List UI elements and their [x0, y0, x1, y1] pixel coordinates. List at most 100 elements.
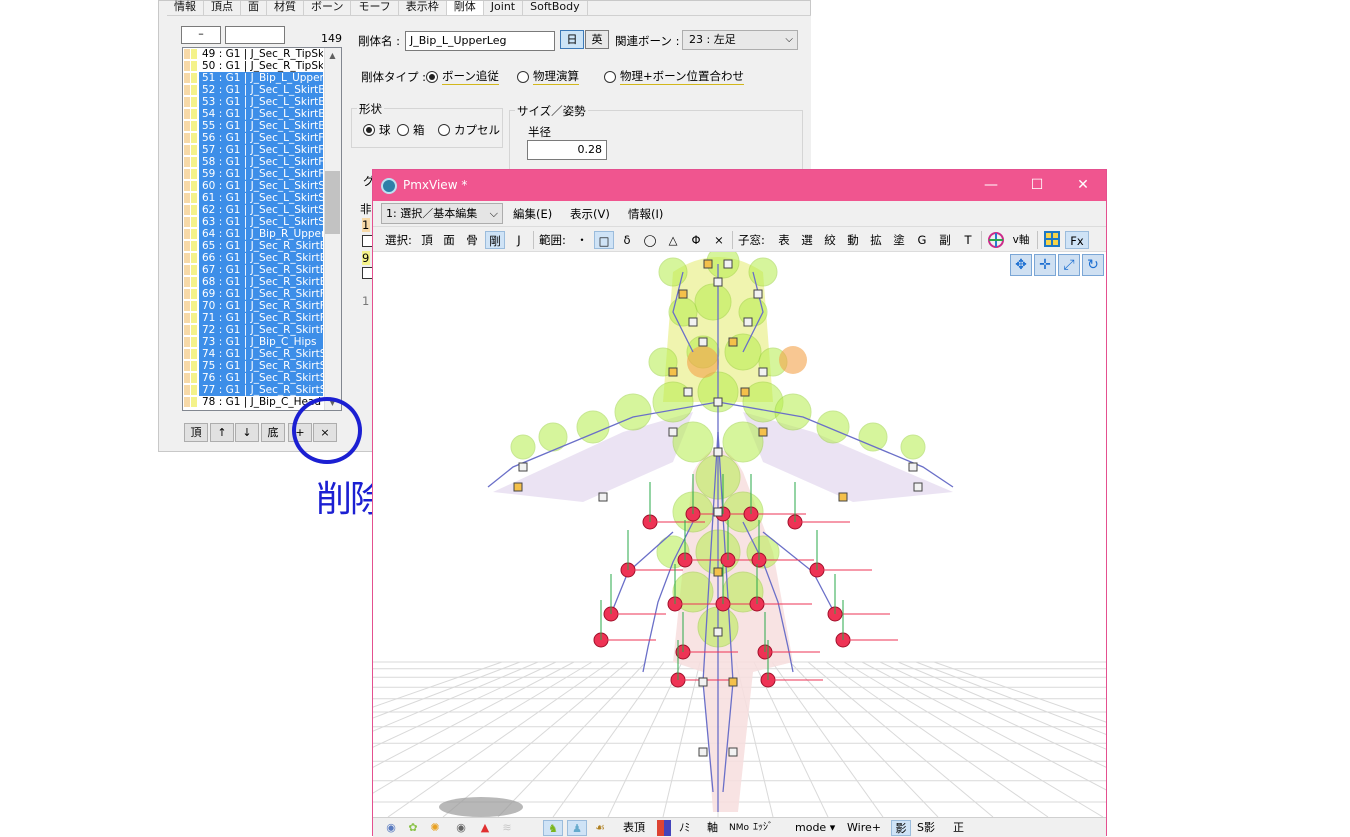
pan-icon[interactable]: ✥: [1010, 254, 1032, 276]
list-filter-left[interactable]: –: [181, 26, 221, 44]
list-item[interactable]: 51 : G1 | J_Bip_L_Upper: [183, 72, 341, 84]
v-axis-button[interactable]: v軸: [1009, 231, 1033, 249]
list-item[interactable]: 55 : G1 | J_Sec_L_SkirtB: [183, 120, 341, 132]
range-phi-button[interactable]: Φ: [687, 231, 705, 249]
scroll-up-icon[interactable]: ▲: [326, 49, 339, 62]
select-rigid-button[interactable]: 剛: [485, 231, 505, 249]
window-sub-button[interactable]: 副: [936, 231, 954, 249]
list-item[interactable]: 52 : G1 | J_Sec_L_SkirtB: [183, 84, 341, 96]
status-shadow-toggle[interactable]: 影: [891, 820, 911, 836]
window-scale-button[interactable]: 拡: [867, 231, 885, 249]
list-item[interactable]: 63 : G1 | J_Sec_L_SkirtS: [183, 216, 341, 228]
list-item[interactable]: 62 : G1 | J_Sec_L_SkirtS: [183, 204, 341, 216]
status-body-icon[interactable]: ♞: [543, 820, 563, 836]
status-leaf-icon[interactable]: ✿: [405, 820, 421, 836]
tab-item[interactable]: モーフ: [351, 1, 399, 15]
status-color-icon[interactable]: [657, 820, 671, 836]
list-item[interactable]: 60 : G1 | J_Sec_L_SkirtS: [183, 180, 341, 192]
tab-item[interactable]: Joint: [484, 1, 524, 15]
tab-item[interactable]: 表示枠: [399, 1, 447, 15]
status-wave-icon[interactable]: ≋: [499, 820, 515, 836]
window-paint-button[interactable]: 塗: [890, 231, 908, 249]
list-item[interactable]: 65 : G1 | J_Sec_R_SkirtB: [183, 240, 341, 252]
tab-item[interactable]: 頂点: [204, 1, 241, 15]
select-joint-button[interactable]: J: [510, 231, 528, 249]
radius-input[interactable]: 0.28: [527, 140, 607, 160]
range-rect-button[interactable]: □: [594, 231, 614, 249]
grid-view-icon[interactable]: [1043, 231, 1061, 249]
list-item[interactable]: 69 : G1 | J_Sec_R_SkirtF: [183, 288, 341, 300]
select-bone-button[interactable]: 骨: [463, 231, 481, 249]
list-item[interactable]: 66 : G1 | J_Sec_R_SkirtB: [183, 252, 341, 264]
axis-gizmo-icon[interactable]: [987, 231, 1005, 249]
list-item[interactable]: 56 : G1 | J_Sec_L_SkirtF: [183, 132, 341, 144]
list-item[interactable]: 50 : G1 | J_Sec_R_TipSk: [183, 60, 341, 72]
zoom-icon[interactable]: ⤢: [1058, 254, 1080, 276]
move-up-button[interactable]: ↑: [210, 423, 234, 442]
shape-radio-sphere[interactable]: 球: [363, 122, 391, 138]
status-nmo-toggle[interactable]: NMo: [729, 820, 749, 836]
list-item[interactable]: 58 : G1 | J_Sec_L_SkirtF: [183, 156, 341, 168]
move-icon[interactable]: ✛: [1034, 254, 1056, 276]
tab-item[interactable]: SoftBody: [523, 1, 588, 15]
list-item[interactable]: 53 : G1 | J_Sec_L_SkirtB: [183, 96, 341, 108]
status-only-toggle[interactable]: ﾉﾐ: [679, 820, 690, 836]
menu-edit[interactable]: 編集(E): [513, 206, 552, 222]
tab-item[interactable]: 面: [241, 1, 267, 15]
rotate-icon[interactable]: ↻: [1082, 254, 1104, 276]
lang-jp-toggle[interactable]: 日: [560, 30, 584, 49]
status-mode-select[interactable]: mode ▾: [795, 820, 835, 836]
window-table-button[interactable]: 表: [775, 231, 793, 249]
list-item[interactable]: 70 : G1 | J_Sec_R_SkirtF: [183, 300, 341, 312]
status-hand-icon[interactable]: ☙: [591, 820, 609, 836]
list-item[interactable]: 59 : G1 | J_Sec_L_SkirtF: [183, 168, 341, 180]
menu-info[interactable]: 情報(I): [628, 206, 663, 222]
status-axis-toggle[interactable]: 軸: [707, 820, 718, 836]
list-item[interactable]: 64 : G1 | J_Bip_R_Upper: [183, 228, 341, 240]
window-move-button[interactable]: 動: [844, 231, 862, 249]
range-circle-button[interactable]: ◯: [641, 231, 659, 249]
list-item[interactable]: 61 : G1 | J_Sec_L_SkirtS: [183, 192, 341, 204]
tab-item[interactable]: 剛体: [446, 1, 484, 15]
move-top-button[interactable]: 頂: [184, 423, 208, 442]
pmxview-titlebar[interactable]: PmxView * — ☐ ✕: [373, 170, 1106, 201]
tab-item[interactable]: ボーン: [304, 1, 352, 15]
list-item[interactable]: 74 : G1 | J_Sec_R_SkirtS: [183, 348, 341, 360]
status-sshadow-toggle[interactable]: S影: [917, 820, 935, 836]
list-item[interactable]: 75 : G1 | J_Sec_R_SkirtS: [183, 360, 341, 372]
maximize-icon[interactable]: ☐: [1014, 170, 1060, 201]
status-front-toggle[interactable]: 正: [953, 820, 964, 836]
fx-button[interactable]: Fx: [1065, 231, 1089, 249]
menu-view[interactable]: 表示(V): [570, 206, 610, 222]
move-bottom-button[interactable]: 底: [261, 423, 285, 442]
range-point-button[interactable]: ・: [573, 231, 591, 249]
type-radio-physics[interactable]: 物理演算: [517, 68, 579, 85]
list-filter-right[interactable]: [225, 26, 285, 44]
bone-select[interactable]: 23 : 左足 ⌵: [682, 30, 798, 50]
type-radio-physics-bone[interactable]: 物理+ボーン位置合わせ: [604, 68, 745, 85]
status-triangle-icon[interactable]: ▲: [477, 820, 493, 836]
list-scrollbar[interactable]: ▲ ▼: [324, 48, 341, 410]
list-item[interactable]: 73 : G1 | J_Bip_C_Hips: [183, 336, 341, 348]
close-icon[interactable]: ✕: [1060, 170, 1106, 201]
lang-en-toggle[interactable]: 英: [585, 30, 609, 49]
list-item[interactable]: 49 : G1 | J_Sec_R_TipSk: [183, 48, 341, 60]
list-item[interactable]: 68 : G1 | J_Sec_R_SkirtB: [183, 276, 341, 288]
shape-radio-capsule[interactable]: カプセル: [438, 122, 500, 138]
list-item[interactable]: 72 : G1 | J_Sec_R_SkirtF: [183, 324, 341, 336]
list-item[interactable]: 71 : G1 | J_Sec_R_SkirtF: [183, 312, 341, 324]
status-radio-icon[interactable]: ◉: [383, 820, 399, 836]
status-dot-icon[interactable]: ◉: [453, 820, 469, 836]
status-figure-icon[interactable]: ♟: [567, 820, 587, 836]
window-g-button[interactable]: G: [913, 231, 931, 249]
3d-viewport[interactable]: ✥ ✛ ⤢ ↻: [373, 252, 1106, 817]
tab-item[interactable]: 材質: [267, 1, 304, 15]
rigid-body-list[interactable]: 49 : G1 | J_Sec_R_TipSk 50 : G1 | J_Sec_R…: [182, 47, 342, 411]
select-face-button[interactable]: 面: [440, 231, 458, 249]
name-input[interactable]: J_Bip_L_UpperLeg: [405, 31, 555, 51]
mode-select[interactable]: 1: 選択／基本編集 ⌵: [381, 203, 503, 224]
window-select-button[interactable]: 選: [798, 231, 816, 249]
status-wire-toggle[interactable]: Wire+: [847, 820, 881, 836]
type-radio-follow[interactable]: ボーン追従: [426, 68, 499, 85]
window-filter-button[interactable]: 絞: [821, 231, 839, 249]
